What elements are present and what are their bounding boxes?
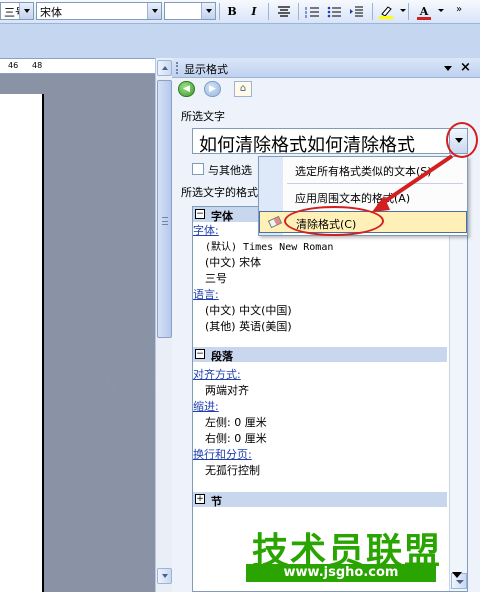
- annotation-arrow: [372, 154, 454, 212]
- brand-url: www.jsgho.com: [246, 564, 436, 582]
